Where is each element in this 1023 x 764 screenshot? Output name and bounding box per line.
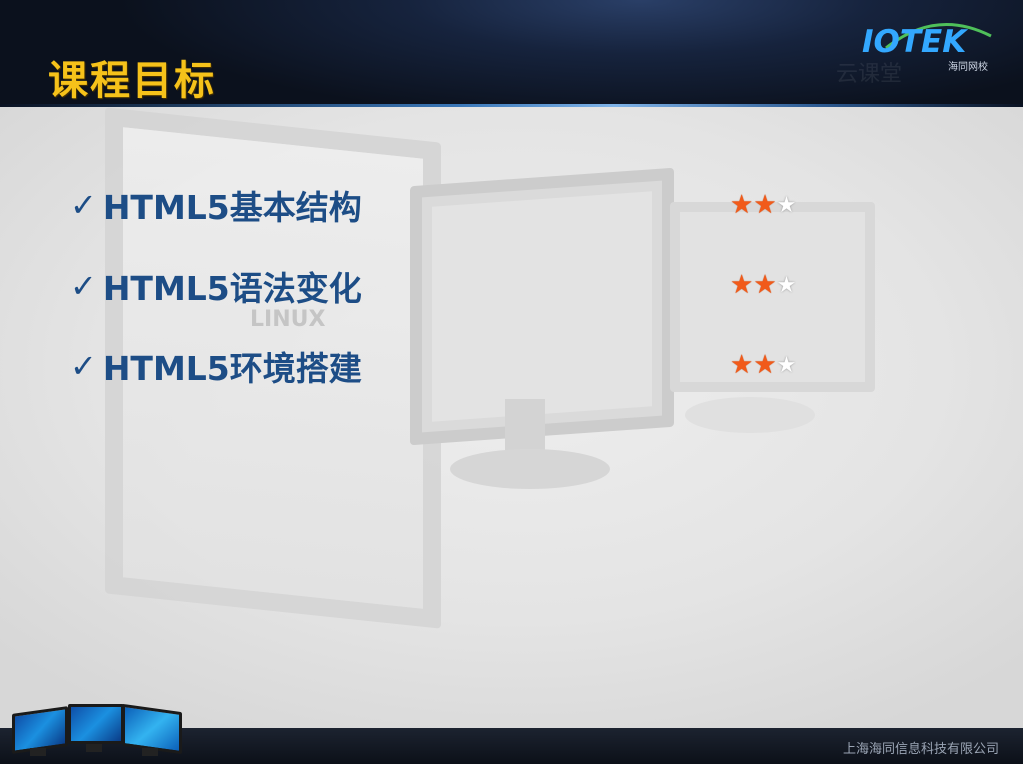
mini-monitor-stand [86, 744, 102, 752]
slide: 课程目标 IOTEK 海同网校 云课堂 LINUX ✓ HTML5基本结构 ★ … [0, 0, 1023, 764]
star-empty-icon: ★ [776, 192, 797, 218]
linux-watermark: LINUX [250, 307, 326, 332]
logo-text: IOTEK [862, 24, 967, 60]
footer-company-name: 上海海同信息科技有限公司 [842, 742, 999, 757]
star-empty-icon: ★ [776, 352, 797, 378]
header-band: 课程目标 IOTEK 海同网校 云课堂 [0, 0, 1023, 106]
star-full-icon: ★ [753, 190, 777, 220]
rating-stars-1: ★ ★ ★ [730, 185, 796, 225]
monitor-base [450, 449, 610, 489]
logo-subtext: 海同网校 [948, 62, 988, 73]
rating-stars-3: ★ ★ ★ [730, 345, 796, 385]
topic-label: HTML5语法变化 [102, 269, 362, 308]
check-icon: ✓ [70, 267, 97, 305]
mini-monitor-stand [142, 748, 158, 756]
star-full-icon: ★ [730, 190, 754, 220]
monitor-base-right [685, 397, 815, 433]
topic-item-1: ✓ HTML5基本结构 [70, 183, 362, 227]
topic-item-3: ✓ HTML5环境搭建 [70, 344, 362, 388]
topic-item-2: ✓ HTML5语法变化 [70, 264, 362, 308]
star-full-icon: ★ [730, 270, 754, 300]
mini-monitor-icon [122, 703, 182, 755]
star-full-icon: ★ [753, 270, 777, 300]
content-area: LINUX ✓ HTML5基本结构 ★ ★ ★ ✓ HTML5语法变化 ★ ★ … [0, 107, 1023, 728]
mini-monitor-icon [12, 706, 68, 754]
cloud-watermark: 云课堂 [836, 62, 903, 87]
star-full-icon: ★ [730, 350, 754, 380]
mini-monitor-icon [68, 704, 124, 744]
star-full-icon: ★ [753, 350, 777, 380]
check-icon: ✓ [70, 186, 97, 224]
check-icon: ✓ [70, 347, 97, 385]
rating-stars-2: ★ ★ ★ [730, 265, 796, 305]
mini-monitor-stand [30, 748, 46, 756]
footer-monitors-graphic [12, 700, 182, 760]
topic-label: HTML5基本结构 [102, 188, 362, 227]
star-empty-icon: ★ [776, 272, 797, 298]
topic-label: HTML5环境搭建 [102, 349, 362, 388]
page-title: 课程目标 [48, 58, 216, 104]
